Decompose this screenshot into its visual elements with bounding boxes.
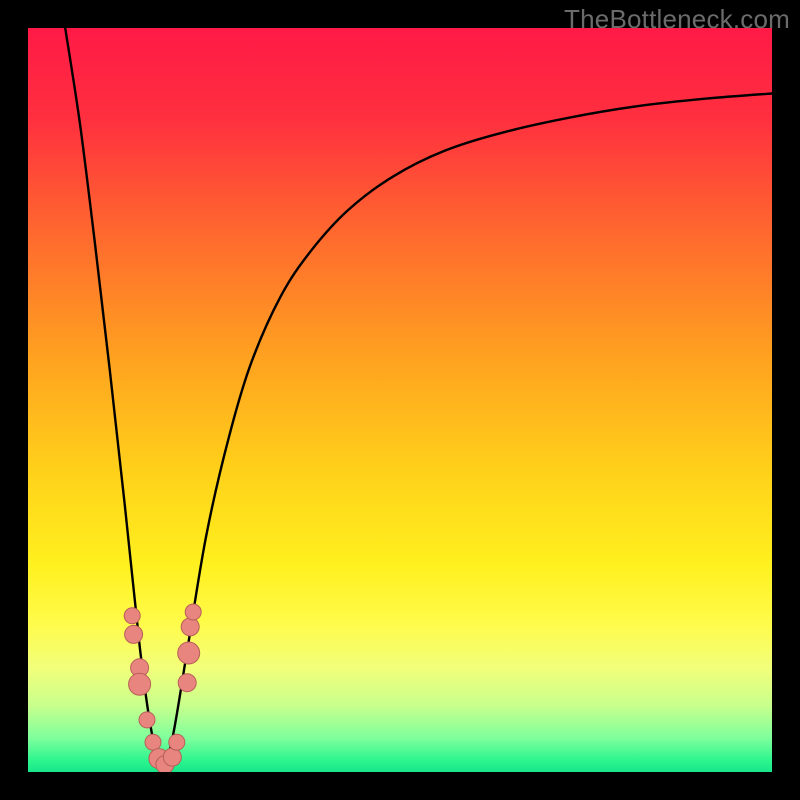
curve-layer (28, 28, 772, 772)
sample-dot (145, 734, 161, 750)
sample-dots (124, 604, 201, 772)
sample-dot (163, 748, 181, 766)
sample-dot (181, 618, 199, 636)
sample-dot (169, 734, 185, 750)
sample-dot (129, 673, 151, 695)
sample-dot (125, 625, 143, 643)
watermark-text: TheBottleneck.com (564, 4, 790, 35)
sample-dot (124, 608, 140, 624)
chart-frame: TheBottleneck.com (0, 0, 800, 800)
plot-area (28, 28, 772, 772)
bottleneck-curve (65, 28, 772, 772)
sample-dot (139, 712, 155, 728)
sample-dot (178, 642, 200, 664)
sample-dot (185, 604, 201, 620)
sample-dot (178, 674, 196, 692)
